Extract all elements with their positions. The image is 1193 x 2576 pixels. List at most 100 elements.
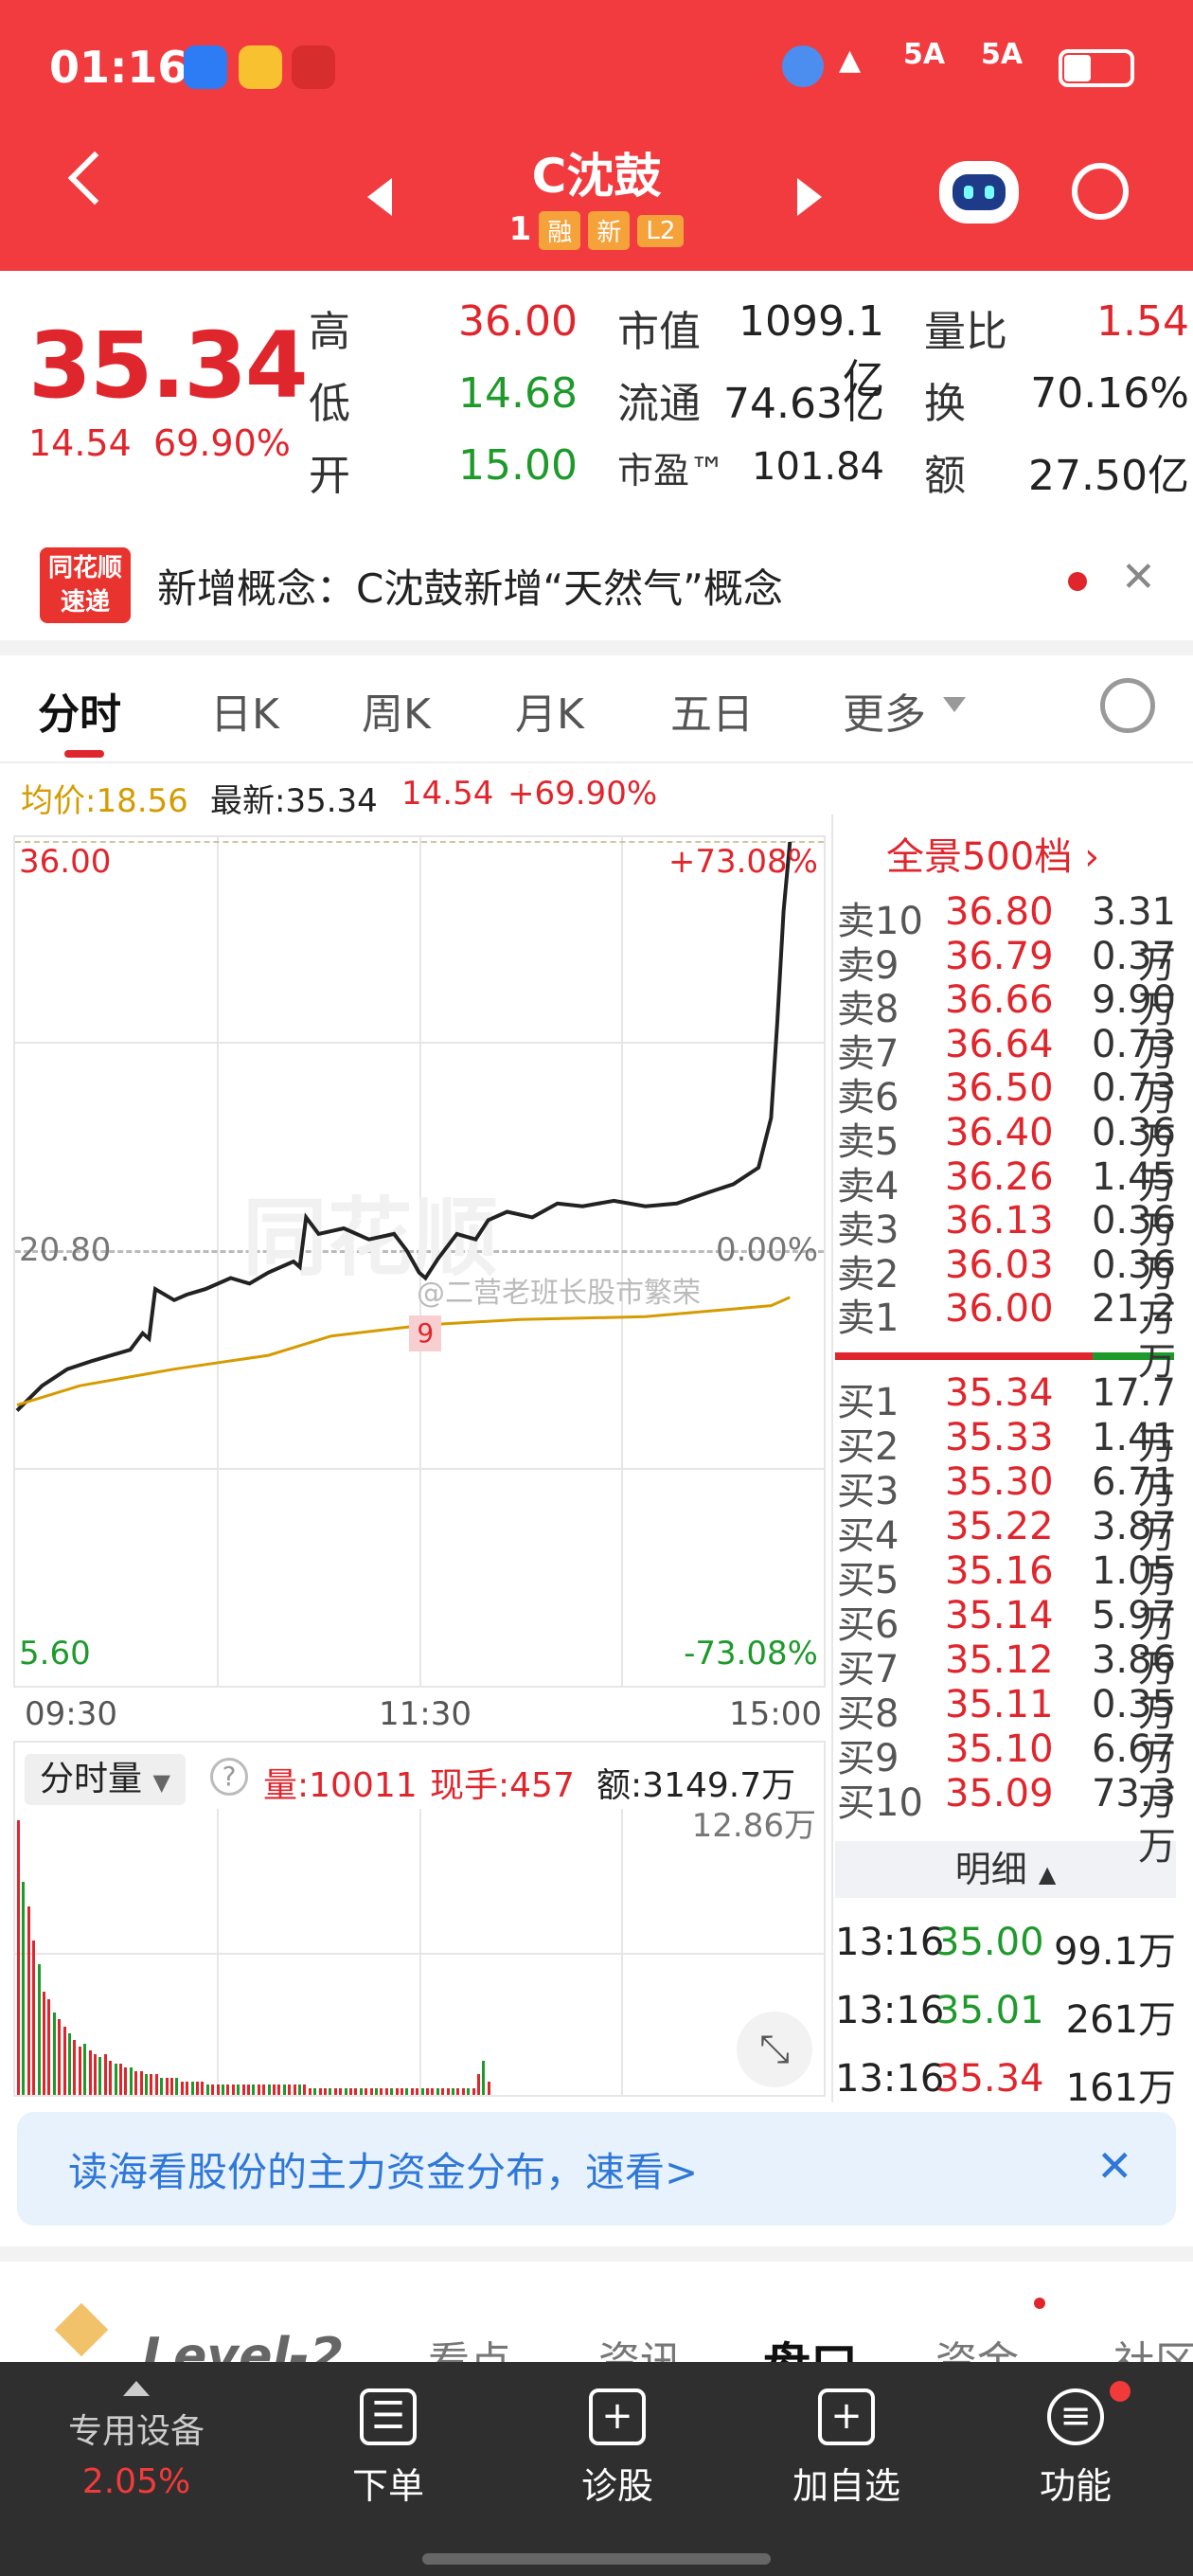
nav-diagnose[interactable]: + 诊股 — [523, 2362, 712, 2509]
industry-up-icon — [123, 2381, 150, 2396]
volume-bar — [267, 2084, 271, 2095]
battery-icon — [1059, 49, 1134, 87]
detail-price: 35.34 — [935, 2057, 1044, 2101]
volume-total: 量:10011 — [263, 1766, 418, 1805]
volume-bar — [333, 2087, 337, 2095]
nav-add-watchlist[interactable]: + 加自选 — [752, 2362, 941, 2509]
ask-row: 卖10 36.80 3.31万 — [835, 890, 1176, 987]
intraday-chart[interactable]: 同花顺 9 36.00 20.80 5.60 +73.08% 0.00% -73… — [13, 835, 826, 1688]
volume-bar — [205, 2084, 209, 2095]
volume-bar — [139, 2070, 143, 2095]
volume-bar — [196, 2081, 199, 2095]
value-float-cap: 74.63亿 — [723, 380, 884, 428]
label-turnover: 换 — [924, 380, 966, 428]
volume-bar — [482, 2060, 486, 2095]
ask-row: 卖8 36.66 9.90万 — [835, 978, 1176, 1075]
volume-bar — [103, 2053, 107, 2095]
news-text[interactable]: 新增概念：C沈鼓新增“天然气”概念 — [157, 557, 783, 615]
volume-bar — [109, 2060, 113, 2095]
volume-bar — [273, 2084, 276, 2095]
volume-bar — [257, 2084, 260, 2095]
x-tick-1130: 11:30 — [379, 1695, 472, 1733]
nav-order-label: 下单 — [351, 2465, 424, 2507]
tab-more[interactable]: 更多 — [843, 680, 926, 741]
settings-gear-icon[interactable] — [1100, 678, 1155, 733]
bottom-nav: 专用设备 2.05% ☰ 下单 + 诊股 + 加自选 ≡ 功能 — [0, 2362, 1193, 2576]
more-chevron-down-icon — [943, 697, 966, 712]
volume-bar — [180, 2081, 184, 2095]
ask-price: 36.80 — [945, 890, 1054, 934]
latest-price-label: 最新:35.34 — [210, 782, 378, 820]
tag-new: 新 — [588, 211, 631, 250]
volume-selector[interactable]: 分时量 ▼ — [25, 1754, 186, 1805]
orderbook-title-text: 全景500档 — [886, 835, 1073, 879]
price-line — [15, 841, 792, 1412]
search-icon[interactable] — [1072, 163, 1129, 220]
active-tab-indicator — [64, 750, 104, 758]
robot-assistant-icon[interactable] — [939, 161, 1019, 224]
tab-five-day[interactable]: 五日 — [670, 680, 754, 741]
detail-level: 13:16 — [835, 1921, 945, 1964]
bid-price: 35.12 — [945, 1638, 1054, 1682]
next-stock-icon[interactable] — [797, 178, 822, 216]
order-icon: ☰ — [360, 2388, 417, 2445]
tab-divider — [0, 761, 1193, 763]
volume-bar — [154, 2074, 158, 2095]
bid-row: 买10 35.09 73.3万 — [835, 1772, 1176, 1869]
banner-close-icon[interactable]: ✕ — [1096, 2140, 1133, 2191]
status-time: 01:16 — [49, 42, 188, 93]
nav-industry[interactable]: 专用设备 2.05% — [42, 2362, 231, 2501]
orderbook-title[interactable]: 全景500档 › — [886, 826, 1099, 881]
volume-bar — [83, 2043, 87, 2095]
volume-bar — [339, 2087, 343, 2095]
header-bar: 01:16 ▲ 5A 5A C沈鼓 1 融新 L2 — [0, 0, 1193, 271]
bid-row: 买4 35.22 3.87万 — [835, 1505, 1176, 1601]
promo-banner[interactable]: 读海看股份的主力资金分布，速看> ✕ — [17, 2112, 1176, 2226]
y-label-bottom: 5.60 — [19, 1635, 91, 1673]
volume-bar — [78, 2047, 81, 2095]
volume-bar — [420, 2087, 424, 2095]
network-label-2: 5A — [981, 38, 1024, 71]
volume-bar — [237, 2084, 240, 2095]
news-close-icon[interactable]: ✕ — [1121, 553, 1156, 601]
ask-price: 36.26 — [945, 1154, 1054, 1199]
tab-intraday[interactable]: 分时 — [38, 680, 121, 741]
bid-price: 35.16 — [945, 1549, 1054, 1593]
volume-bar — [68, 2032, 71, 2095]
volume-bar — [47, 1998, 51, 2095]
detail-price: 35.01 — [935, 1989, 1044, 2032]
detail-row: 13:16 35.00 99.1万 — [835, 1921, 1176, 1974]
volume-bar — [37, 1964, 41, 2095]
help-icon[interactable]: ? — [210, 1758, 248, 1796]
value-open: 15.00 — [458, 441, 578, 490]
value-amount: 27.50亿 — [1028, 452, 1189, 500]
label-high: 高 — [309, 308, 350, 356]
volume-bar — [354, 2087, 358, 2095]
stock-app-icon — [292, 45, 335, 89]
banner-text: 读海看股份的主力资金分布，速看> — [68, 2149, 699, 2195]
price-change: 14.54 — [28, 422, 132, 464]
nav-order[interactable]: ☰ 下单 — [294, 2362, 483, 2509]
section-divider — [0, 2246, 1193, 2262]
orderbook-chevron-icon: › — [1084, 835, 1100, 879]
ask-price: 36.40 — [945, 1111, 1054, 1154]
detail-level: 13:16 — [835, 2057, 945, 2101]
label-volume-ratio: 量比 — [924, 308, 1007, 356]
value-high: 36.00 — [458, 297, 578, 346]
level2-diamond-icon — [54, 2302, 109, 2357]
tab-monthly-k[interactable]: 月K — [515, 680, 584, 741]
detail-price: 35.00 — [935, 1921, 1044, 1964]
fullscreen-icon[interactable]: ⤡ — [737, 2012, 812, 2087]
volume-bar — [17, 1820, 20, 2095]
nav-functions[interactable]: ≡ 功能 — [981, 2362, 1170, 2509]
price-change-pct: 69.90% — [153, 422, 291, 464]
volume-bar — [226, 2084, 230, 2095]
tab-daily-k[interactable]: 日K — [210, 680, 279, 741]
volume-bar — [467, 2087, 471, 2095]
tab-weekly-k[interactable]: 周K — [362, 680, 431, 741]
label-market-cap: 市值 — [617, 308, 701, 356]
volume-bar — [98, 2057, 102, 2095]
event-marker[interactable]: 9 — [409, 1315, 442, 1352]
volume-bar — [405, 2087, 409, 2095]
x-tick-1500: 15:00 — [729, 1695, 822, 1733]
